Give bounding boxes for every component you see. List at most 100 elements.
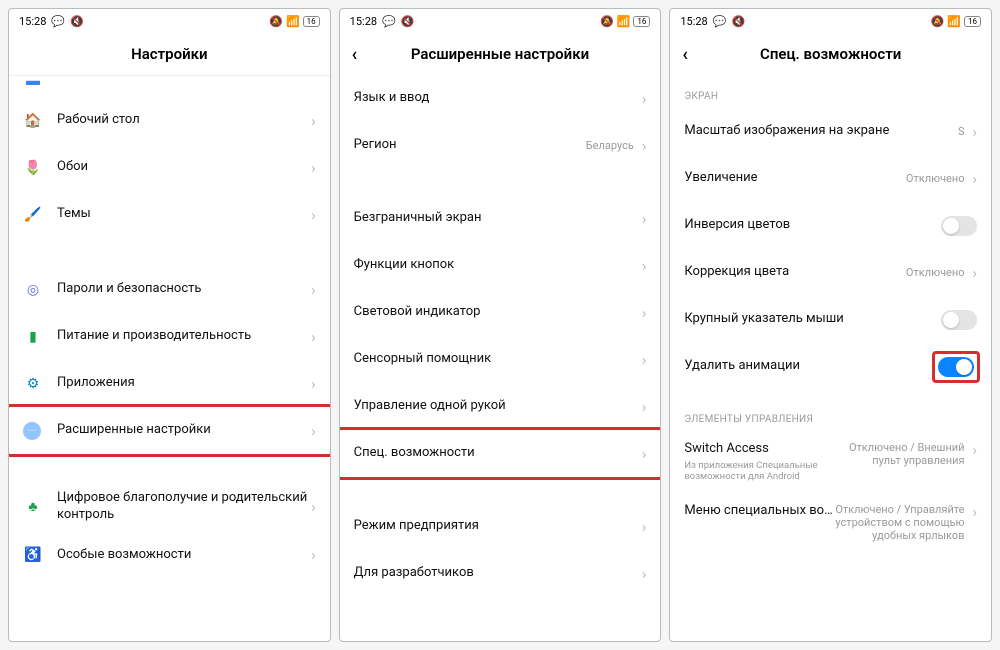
highlight-box: ⋯ Расширенные настройки ›	[9, 404, 330, 457]
header: ‹ Спец. возможности	[670, 33, 991, 75]
list-item-enterprise[interactable]: Режим предприятия ›	[340, 503, 661, 550]
chevron-right-icon: ›	[311, 328, 316, 346]
list-item-led[interactable]: Световой индикатор ›	[340, 289, 661, 336]
screen-accessibility: 15:28 💬 🔇 🔕 📶 16 ‹ Спец. возможности ЭКР…	[669, 8, 992, 642]
list-item-desktop[interactable]: 🏠 Рабочий стол ›	[9, 97, 330, 144]
dnd-icon: 🔕	[931, 15, 945, 28]
chevron-right-icon: ›	[311, 206, 316, 224]
theme-icon: 🖌️	[23, 205, 43, 225]
content[interactable]: ▬ 🏠 Рабочий стол › 🌷 Обои › 🖌️ Темы › ◎ …	[9, 75, 330, 641]
shield-icon: ◎	[23, 280, 43, 300]
list-item-wallpaper[interactable]: 🌷 Обои ›	[9, 144, 330, 191]
gear-icon: ⚙	[23, 374, 43, 394]
list-item-large-pointer[interactable]: Крупный указатель мыши	[670, 296, 991, 343]
wallpaper-icon: 🌷	[23, 158, 43, 178]
list-item-region[interactable]: Регион Беларусь ›	[340, 122, 661, 169]
list-item-security[interactable]: ◎ Пароли и безопасность ›	[9, 266, 330, 313]
dnd-icon: 🔕	[269, 15, 283, 28]
divider	[340, 477, 661, 503]
section-title: ЭКРАН	[670, 75, 991, 108]
list-item-color-inversion[interactable]: Инверсия цветов	[670, 202, 991, 249]
dnd-icon: 🔕	[600, 15, 614, 28]
accessibility-icon: ♿	[23, 545, 43, 565]
chevron-right-icon: ›	[973, 123, 978, 141]
battery-icon: ▮	[23, 327, 43, 347]
status-time: 15:28	[19, 15, 46, 28]
list-item-one-hand[interactable]: Управление одной рукой ›	[340, 383, 661, 430]
list-item-fullscreen[interactable]: Безграничный экран ›	[340, 195, 661, 242]
highlight-box	[932, 351, 980, 383]
content[interactable]: Язык и ввод › Регион Беларусь › Безграни…	[340, 75, 661, 641]
section-title: ЭЛЕМЕНТЫ УПРАВЛЕНИЯ	[670, 390, 991, 431]
wifi-icon: 📶	[617, 15, 631, 28]
volume-icon: 🔇	[70, 15, 84, 28]
chevron-right-icon: ›	[311, 498, 316, 516]
chevron-right-icon: ›	[311, 159, 316, 177]
volume-icon: 🔇	[401, 15, 415, 28]
statusbar: 15:28 💬 🔇 🔕 📶 16	[340, 9, 661, 33]
wifi-icon: 📶	[286, 15, 300, 28]
list-item-accessibility[interactable]: Спец. возможности ›	[340, 430, 661, 477]
header: Настройки	[9, 33, 330, 75]
chevron-right-icon: ›	[642, 137, 647, 155]
toggle-switch[interactable]	[938, 357, 974, 377]
screen-advanced: 15:28 💬 🔇 🔕 📶 16 ‹ Расширенные настройки…	[339, 8, 662, 642]
divider	[9, 238, 330, 266]
battery-icon: 16	[964, 16, 981, 27]
chevron-right-icon: ›	[973, 503, 978, 521]
status-time: 15:28	[680, 15, 707, 28]
notification-icon: ▬	[23, 75, 43, 90]
volume-icon: 🔇	[731, 15, 745, 28]
list-item-language[interactable]: Язык и ввод ›	[340, 75, 661, 122]
list-item-color-correction[interactable]: Коррекция цвета Отключено ›	[670, 249, 991, 296]
status-time: 15:28	[350, 15, 377, 28]
divider	[340, 169, 661, 195]
list-item-accessibility[interactable]: ♿ Особые возможности ›	[9, 532, 330, 579]
chevron-right-icon: ›	[642, 90, 647, 108]
list-item-touch-assist[interactable]: Сенсорный помощник ›	[340, 336, 661, 383]
chevron-right-icon: ›	[311, 546, 316, 564]
chevron-right-icon: ›	[642, 304, 647, 322]
back-button[interactable]: ‹	[352, 44, 358, 65]
more-icon: ⋯	[23, 422, 41, 440]
list-item-switch-access[interactable]: Switch Access Из приложения Специальные …	[670, 431, 991, 493]
chat-icon: 💬	[713, 15, 727, 28]
back-button[interactable]: ‹	[682, 44, 688, 65]
wifi-icon: 📶	[947, 15, 961, 28]
list-item-power[interactable]: ▮ Питание и производительность ›	[9, 313, 330, 360]
list-item-accessibility-menu[interactable]: Меню специальных во… Отключено / Управля…	[670, 493, 991, 552]
list-item-display-scale[interactable]: Масштаб изображения на экране S ›	[670, 108, 991, 155]
header: ‹ Расширенные настройки	[340, 33, 661, 75]
chevron-right-icon: ›	[642, 257, 647, 275]
list-item-remove-animations[interactable]: Удалить анимации	[670, 343, 991, 390]
chevron-right-icon: ›	[973, 264, 978, 282]
toggle-switch[interactable]	[941, 216, 977, 236]
chevron-right-icon: ›	[311, 112, 316, 130]
chevron-right-icon: ›	[311, 375, 316, 393]
list-item-advanced[interactable]: ⋯ Расширенные настройки ›	[9, 407, 330, 454]
chevron-right-icon: ›	[642, 565, 647, 583]
page-title: Настройки	[131, 45, 207, 63]
list-item-apps[interactable]: ⚙ Приложения ›	[9, 360, 330, 407]
list-item-magnification[interactable]: Увеличение Отключено ›	[670, 155, 991, 202]
highlight-box: Спец. возможности ›	[340, 427, 661, 480]
list-item-developer[interactable]: Для разработчиков ›	[340, 550, 661, 597]
list-item[interactable]: ▬	[9, 75, 330, 97]
chevron-right-icon: ›	[311, 281, 316, 299]
page-title: Расширенные настройки	[411, 45, 589, 63]
home-icon: 🏠	[23, 111, 43, 131]
chevron-right-icon: ›	[642, 445, 647, 463]
chevron-right-icon: ›	[973, 170, 978, 188]
list-item-themes[interactable]: 🖌️ Темы ›	[9, 191, 330, 238]
statusbar: 15:28 💬 🔇 🔕 📶 16	[9, 9, 330, 33]
list-item-buttons[interactable]: Функции кнопок ›	[340, 242, 661, 289]
content[interactable]: ЭКРАН Масштаб изображения на экране S › …	[670, 75, 991, 641]
battery-icon: 16	[303, 16, 320, 27]
chevron-right-icon: ›	[311, 422, 316, 440]
chevron-right-icon: ›	[642, 518, 647, 536]
chevron-right-icon: ›	[642, 398, 647, 416]
statusbar: 15:28 💬 🔇 🔕 📶 16	[670, 9, 991, 33]
list-item-wellbeing[interactable]: ♣ Цифровое благополучие и родительский к…	[9, 482, 330, 532]
chevron-right-icon: ›	[642, 210, 647, 228]
toggle-switch[interactable]	[941, 310, 977, 330]
